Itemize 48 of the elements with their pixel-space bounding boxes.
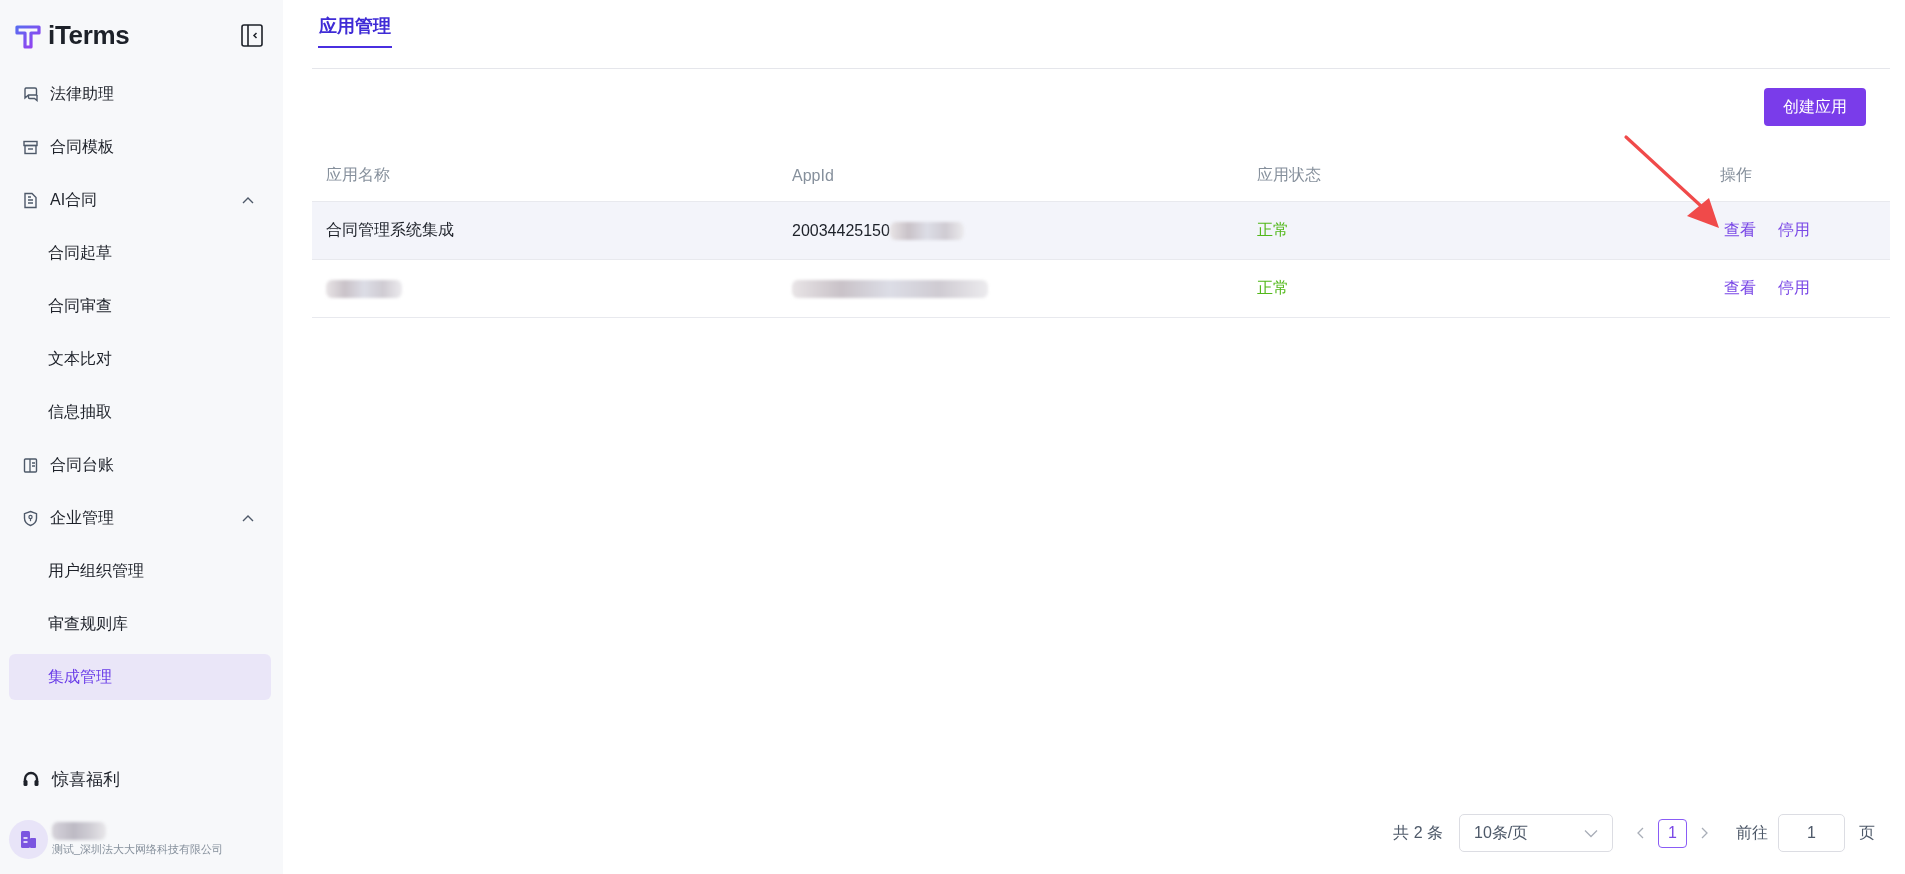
goto-label: 前往 [1736, 822, 1768, 843]
menu-item[interactable]: AI合同 [9, 177, 271, 223]
app-name: 合同管理系统集成 [326, 220, 454, 240]
chevron-right-icon[interactable] [1700, 827, 1708, 839]
menu-item[interactable]: 信息抽取 [9, 389, 271, 435]
chevron-left-icon[interactable] [1637, 827, 1645, 839]
headset-icon [22, 770, 40, 788]
action-link[interactable]: 查看 [1724, 220, 1756, 241]
menu-item[interactable]: 合同模板 [9, 124, 271, 170]
page-input[interactable]: 1 [1778, 814, 1845, 852]
menu-label[interactable]: 惊喜福利 [52, 767, 120, 791]
menu-item[interactable]: 用户组织管理 [9, 548, 271, 594]
collapse-sidebar-icon [241, 24, 263, 47]
menu-item[interactable]: 审查规则库 [9, 601, 271, 647]
menu-item[interactable]: 合同起草 [9, 230, 271, 276]
page-suffix: 页 [1859, 822, 1875, 843]
menu-item[interactable]: 企业管理 [9, 495, 271, 541]
company-name: 测试_深圳法大大网络科技有限公司 [52, 841, 224, 857]
column-header: 应用状态 [1257, 165, 1321, 185]
app-id: 20034425150 [792, 221, 890, 240]
chevron-down-icon [1584, 828, 1598, 838]
status-text: 正常 [1257, 278, 1289, 298]
panel-book-icon [22, 456, 39, 474]
tab[interactable]: 应用管理 [318, 14, 392, 48]
table-row[interactable]: 合同管理系统集成 20034425150 正常 查看 停用 [312, 202, 1890, 260]
building-icon [20, 829, 37, 849]
menu-item[interactable]: 合同台账 [9, 442, 271, 488]
create-app-button[interactable]: 创建应用 [1764, 88, 1866, 126]
status-text: 正常 [1257, 220, 1289, 240]
menu-item[interactable]: 法律助理 [9, 71, 271, 117]
archive-box-icon [22, 138, 39, 156]
brand-name: iTerms [48, 20, 130, 51]
table-row[interactable]: 正常 查看 停用 [312, 260, 1890, 318]
shield-icon [22, 509, 39, 527]
column-header: AppId [792, 166, 834, 185]
page-number[interactable]: 1 [1658, 818, 1687, 848]
action-link[interactable]: 查看 [1724, 278, 1756, 299]
menu-item[interactable]: 文本比对 [9, 336, 271, 382]
column-header: 应用名称 [326, 165, 390, 185]
page-size-select[interactable]: 10条/页 [1459, 814, 1613, 852]
menu-item[interactable]: 集成管理 [9, 654, 271, 700]
action-link[interactable]: 停用 [1778, 220, 1810, 241]
column-header: 操作 [1720, 165, 1752, 185]
total-count: 共 2 条 [1393, 822, 1443, 843]
chat-bubbles-icon [22, 85, 39, 103]
menu-item[interactable]: 合同审查 [9, 283, 271, 329]
action-link[interactable]: 停用 [1778, 278, 1810, 299]
document-icon [22, 191, 39, 209]
